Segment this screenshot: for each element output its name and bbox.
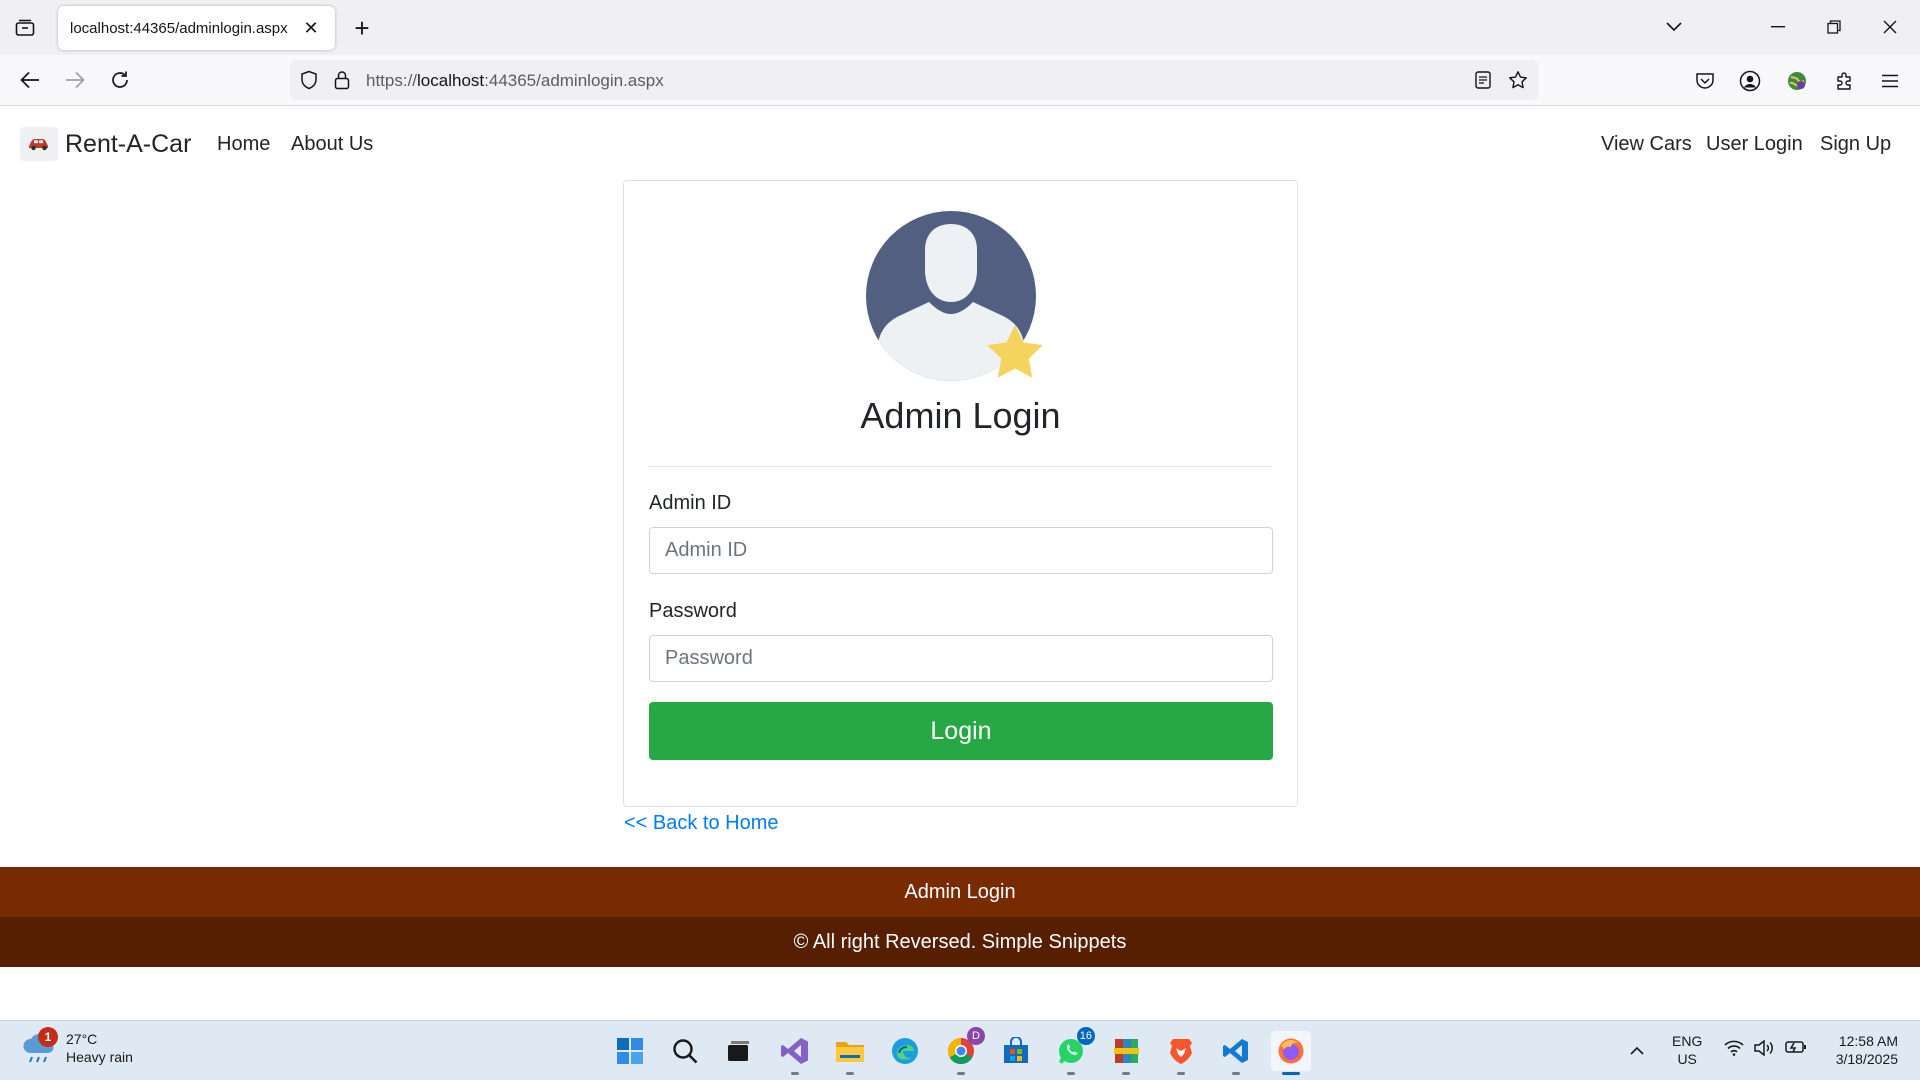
brave-browser-icon[interactable]: [1161, 1031, 1201, 1075]
car-logo-icon: [20, 127, 58, 161]
admin-avatar-icon: [866, 211, 1043, 381]
nav-sign-up-link[interactable]: Sign Up: [1820, 133, 1891, 156]
winrar-icon[interactable]: [1106, 1031, 1146, 1075]
chrome-icon[interactable]: D: [941, 1027, 985, 1075]
card-title: Admin Login: [860, 395, 1061, 436]
file-explorer-icon[interactable]: [830, 1031, 870, 1075]
login-button[interactable]: Login: [649, 702, 1273, 760]
visual-studio-icon[interactable]: [775, 1031, 815, 1075]
account-icon[interactable]: [1736, 67, 1764, 95]
lock-icon[interactable]: [330, 68, 354, 92]
brand-name: Rent-A-Car: [65, 129, 192, 158]
admin-login-card: Admin Login Admin ID Password Login: [623, 180, 1298, 807]
footer-title: Admin Login: [0, 867, 1920, 917]
close-tab-icon[interactable]: ✕: [299, 16, 323, 40]
nav-user-login-link[interactable]: User Login: [1706, 133, 1803, 156]
microsoft-store-icon[interactable]: [996, 1031, 1036, 1071]
windows-taskbar: 1 27°C Heavy rain D 16 ENG US 12:58 AM 3…: [0, 1020, 1920, 1080]
nav-view-cars-link[interactable]: View Cars: [1601, 133, 1692, 156]
tab-title: localhost:44365/adminlogin.aspx: [70, 19, 288, 37]
show-hidden-icons-chevron-icon[interactable]: [1630, 1041, 1644, 1059]
brand-link[interactable]: Rent-A-Car: [20, 127, 191, 161]
weather-temperature: 27°C: [66, 1031, 98, 1047]
weather-description: Heavy rain: [66, 1049, 133, 1065]
url-text: https://localhost:44365/adminlogin.aspx: [366, 71, 664, 90]
extension-globe-icon[interactable]: [1783, 67, 1811, 95]
weather-alert-badge: 1: [38, 1027, 58, 1047]
footer-copyright: © All right Reversed. Simple Snippets: [0, 917, 1920, 967]
shield-icon[interactable]: [297, 68, 321, 92]
password-input[interactable]: [649, 635, 1273, 682]
divider: [649, 466, 1272, 467]
back-arrow-icon[interactable]: [14, 64, 46, 96]
browser-toolbar: https://localhost:44365/adminlogin.aspx: [0, 55, 1920, 106]
whatsapp-icon[interactable]: 16: [1051, 1027, 1095, 1075]
chrome-profile-badge: D: [967, 1027, 985, 1045]
language-indicator[interactable]: ENG US: [1672, 1032, 1702, 1068]
weather-widget[interactable]: 1 27°C Heavy rain: [20, 1027, 133, 1067]
wifi-icon[interactable]: [1724, 1040, 1744, 1060]
search-icon[interactable]: [665, 1031, 705, 1071]
password-label: Password: [649, 600, 737, 622]
edge-browser-icon[interactable]: [885, 1031, 925, 1071]
new-tab-button[interactable]: +: [348, 13, 376, 43]
forward-arrow-icon[interactable]: [59, 64, 91, 96]
windows-start-icon[interactable]: [610, 1031, 650, 1071]
nav-home-link[interactable]: Home: [217, 133, 270, 156]
site-navbar: Rent-A-Car Home About Us View Cars User …: [0, 107, 1920, 181]
pocket-icon[interactable]: [1691, 67, 1719, 95]
volume-icon[interactable]: [1754, 1039, 1776, 1060]
browser-tab-active[interactable]: localhost:44365/adminlogin.aspx ✕: [58, 6, 335, 50]
bookmark-star-icon[interactable]: [1506, 68, 1530, 92]
browser-tab-bar: localhost:44365/adminlogin.aspx ✕ +: [0, 0, 1920, 55]
back-to-home-link[interactable]: << Back to Home: [624, 812, 779, 835]
task-view-icon[interactable]: [718, 1031, 758, 1071]
whatsapp-unread-badge: 16: [1076, 1027, 1095, 1045]
minimize-window-icon[interactable]: [1758, 10, 1798, 44]
reader-view-icon[interactable]: [1471, 68, 1495, 92]
restore-window-icon[interactable]: [1814, 10, 1854, 44]
chevron-down-icon[interactable]: [1654, 10, 1694, 44]
vscode-icon[interactable]: [1216, 1031, 1256, 1075]
tab-list-icon[interactable]: [10, 14, 40, 42]
admin-id-label: Admin ID: [649, 492, 732, 514]
clock[interactable]: 12:58 AM 3/18/2025: [1822, 1032, 1898, 1068]
admin-id-input[interactable]: [649, 527, 1273, 574]
battery-icon[interactable]: [1785, 1040, 1807, 1058]
extensions-puzzle-icon[interactable]: [1831, 67, 1859, 95]
close-window-icon[interactable]: [1870, 10, 1910, 44]
menu-hamburger-icon[interactable]: [1876, 67, 1904, 95]
nav-about-us-link[interactable]: About Us: [291, 133, 373, 156]
rain-cloud-icon: 1: [20, 1027, 58, 1067]
firefox-icon[interactable]: [1271, 1031, 1311, 1075]
address-bar[interactable]: https://localhost:44365/adminlogin.aspx: [290, 60, 1538, 100]
reload-icon[interactable]: [104, 64, 136, 96]
